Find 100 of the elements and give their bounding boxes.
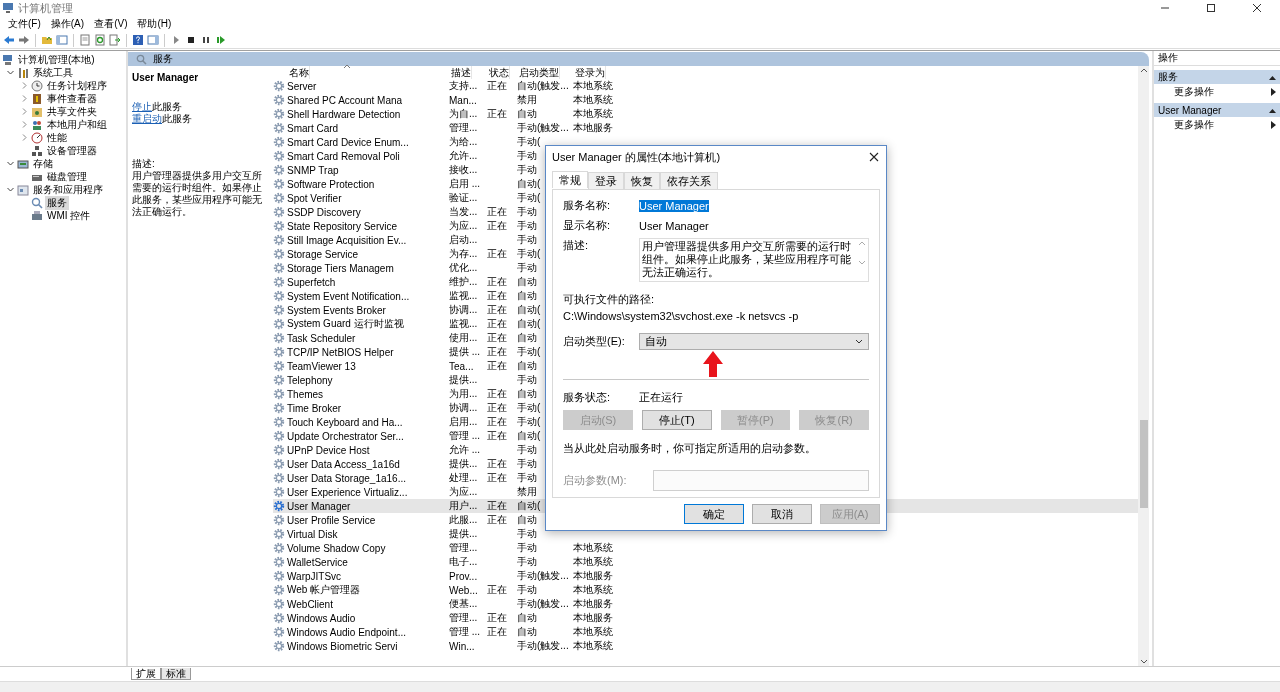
table-cell: 手动( — [517, 191, 541, 205]
field-label: 描述: — [563, 238, 590, 253]
table-cell: 管理... — [449, 121, 478, 135]
table-cell: Prov... — [449, 570, 478, 582]
table-cell: 本地系统 — [573, 107, 613, 121]
hint-text: 当从此处启动服务时，你可指定所适用的启动参数。 — [563, 441, 817, 456]
table-cell: 正在 — [487, 415, 507, 429]
table-cell: 当发... — [449, 205, 478, 219]
table-cell: 自动( — [517, 429, 541, 443]
table-cell: 手动 — [517, 527, 537, 541]
service-title: User Manager — [132, 72, 200, 84]
action-text: 此服务 — [152, 101, 182, 112]
table-cell: 自动( — [517, 303, 541, 317]
table-cell: Server — [287, 80, 317, 92]
table-cell: Smart Card — [287, 122, 339, 134]
table-cell: Volume Shadow Copy — [287, 542, 386, 554]
table-cell: 允许... — [449, 149, 478, 163]
table-cell: 正在 — [487, 205, 507, 219]
field-value: User Manager — [639, 199, 709, 212]
table-cell: 正在 — [487, 219, 507, 233]
table-cell: Storage Service — [287, 248, 359, 260]
table-cell: 禁用 — [517, 93, 537, 107]
table-cell: 使用... — [449, 331, 478, 345]
table-cell: Superfetch — [287, 276, 336, 288]
table-cell: 为给... — [449, 135, 478, 149]
table-cell: 管理 ... — [449, 625, 481, 639]
table-cell: WebClient — [287, 598, 333, 610]
table-cell: 本地系统 — [573, 625, 613, 639]
table-cell: 自动 — [517, 359, 537, 373]
table-cell: System Guard 运行时监视 — [287, 317, 404, 331]
table-cell: State Repository Service — [287, 220, 398, 232]
table-cell: 手动 — [517, 261, 537, 275]
table-cell: 启动... — [449, 233, 478, 247]
table-cell: 手动 — [517, 555, 537, 569]
table-cell: 手动(触发... — [517, 597, 569, 611]
table-cell: 启用 ... — [449, 177, 481, 191]
table-cell: Themes — [287, 388, 324, 400]
table-cell: 手动(触发... — [517, 639, 569, 653]
table-cell: Task Scheduler — [287, 332, 356, 344]
table-cell: 自动 — [517, 107, 537, 121]
table-cell: User Profile Service — [287, 514, 376, 526]
field-value: 正在运行 — [639, 390, 683, 405]
table-cell: 管理... — [449, 541, 478, 555]
table-cell: User Data Storage_1a16... — [287, 472, 406, 484]
table-cell: 本地服务 — [573, 597, 613, 611]
table-cell: TCP/IP NetBIOS Helper — [287, 346, 394, 358]
field-label: 可执行文件的路径: — [563, 292, 656, 307]
description-text: 用户管理器提供多用户交互所需要的运行时组件。如果停止此服务，某些应用程序可能无法正确运行。 — [132, 170, 262, 218]
table-cell: 本地系统 — [573, 79, 613, 93]
table-cell: Smart Card Device Enum... — [287, 136, 409, 148]
table-cell: 支持... — [449, 79, 478, 93]
table-cell: 监视... — [449, 289, 478, 303]
table-cell: 手动( — [517, 401, 541, 415]
table-cell: 本地系统 — [573, 555, 613, 569]
table-cell: 正在 — [487, 513, 507, 527]
table-cell: SSDP Discovery — [287, 206, 361, 218]
table-cell: Man... — [449, 94, 477, 106]
table-cell: 正在 — [487, 471, 507, 485]
table-cell: 正在 — [487, 317, 507, 331]
table-cell: 本地服务 — [573, 569, 613, 583]
table-cell: 正在 — [487, 625, 507, 639]
table-cell: WarpJITSvc — [287, 570, 342, 582]
table-cell: 验证... — [449, 191, 478, 205]
table-cell: 提供... — [449, 457, 478, 471]
table-cell: 禁用 — [517, 485, 537, 499]
table-cell: 手动 — [517, 149, 537, 163]
table-cell: 正在 — [487, 247, 507, 261]
table-cell: 协调... — [449, 303, 478, 317]
table-cell: 监视... — [449, 317, 478, 331]
window-title: 计算机管理 — [18, 0, 73, 16]
table-cell: 正在 — [487, 275, 507, 289]
table-cell: Spot Verifier — [287, 192, 342, 204]
table-cell: 用户... — [449, 499, 478, 513]
table-cell: System Event Notification... — [287, 290, 410, 302]
table-cell: 启用... — [449, 415, 478, 429]
table-cell: 提供... — [449, 527, 478, 541]
table-cell: 为自... — [449, 107, 478, 121]
table-cell: 手动 — [517, 219, 537, 233]
table-cell: 本地服务 — [573, 121, 613, 135]
dialog-title: User Manager 的属性(本地计算机) — [552, 149, 721, 165]
table-cell: 自动 — [517, 611, 537, 625]
table-cell: Smart Card Removal Poli — [287, 150, 400, 162]
table-cell: 本地系统 — [573, 583, 613, 597]
table-cell: Virtual Disk — [287, 528, 338, 540]
table-cell: UPnP Device Host — [287, 444, 370, 456]
table-cell: 正在 — [487, 583, 507, 597]
table-cell: 手动 — [517, 205, 537, 219]
table-cell: Web 帐户管理器 — [287, 583, 361, 597]
table-cell: 手动( — [517, 415, 541, 429]
table-cell: 便基... — [449, 597, 478, 611]
table-cell: 手动 — [517, 541, 537, 555]
table-cell: 管理 ... — [449, 429, 481, 443]
table-cell: 电子... — [449, 555, 478, 569]
table-cell: Software Protection — [287, 178, 375, 190]
table-cell: 维护... — [449, 275, 478, 289]
table-cell: 处理... — [449, 471, 478, 485]
table-cell: Still Image Acquisition Ev... — [287, 234, 407, 246]
table-cell: 正在 — [487, 359, 507, 373]
table-cell: 手动 — [517, 443, 537, 457]
table-cell: User Experience Virtualiz... — [287, 486, 408, 498]
